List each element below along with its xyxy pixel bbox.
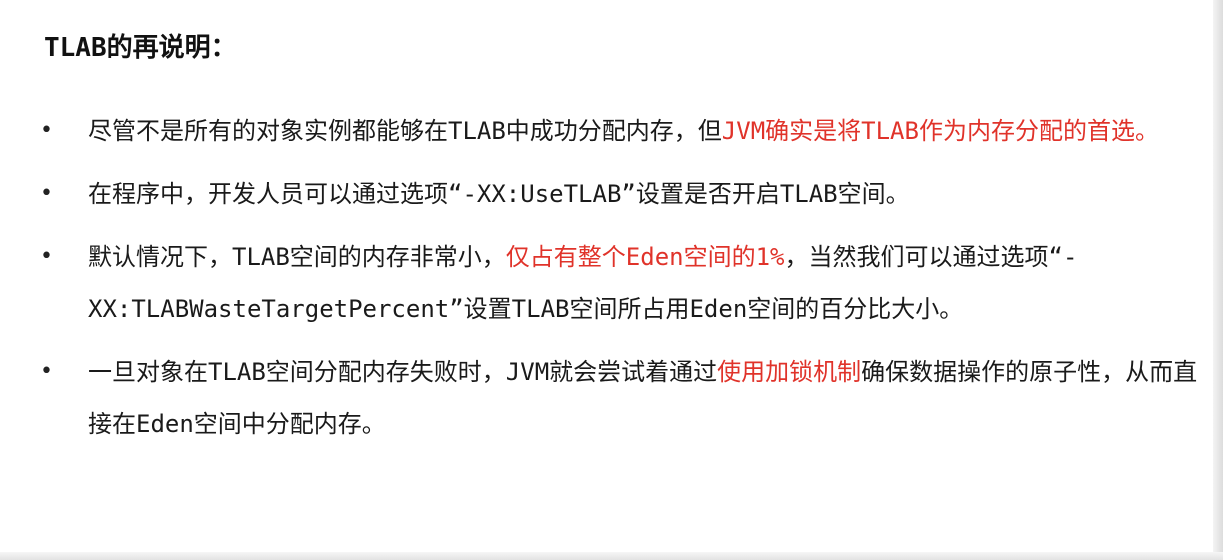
bullet-text: 默认情况下，TLAB空间的内存非常小，	[88, 243, 506, 271]
bullet-item-3: • 默认情况下，TLAB空间的内存非常小，仅占有整个Eden空间的1%，当然我们…	[36, 231, 1201, 335]
bullet-item-2: • 在程序中，开发人员可以通过选项“-XX:UseTLAB”设置是否开启TLAB…	[36, 168, 1201, 220]
page-title: TLAB的再说明：	[44, 33, 237, 63]
bottom-edge-shadow	[0, 552, 1223, 560]
bullet-dot-icon: •	[40, 359, 53, 384]
right-edge-shadow	[1213, 0, 1223, 560]
highlight-text: 仅占有整个Eden空间的1%	[505, 243, 785, 271]
bullet-text: 在程序中，开发人员可以通过选项“-XX:UseTLAB”设置是否开启TLAB空间…	[88, 180, 910, 208]
highlight-text: 使用加锁机制	[717, 358, 862, 386]
bullet-text: 一旦对象在TLAB空间分配内存失败时，JVM就会尝试着通过	[88, 358, 718, 386]
highlight-text: JVM确实是将TLAB作为内存分配的首选。	[721, 117, 1159, 145]
bullet-item-4: • 一旦对象在TLAB空间分配内存失败时，JVM就会尝试着通过使用加锁机制确保数…	[36, 346, 1201, 450]
bullet-text: 尽管不是所有的对象实例都能够在TLAB中成功分配内存，但	[88, 117, 722, 145]
bullet-dot-icon: •	[40, 244, 53, 269]
bullet-list: • 尽管不是所有的对象实例都能够在TLAB中成功分配内存，但JVM确实是将TLA…	[36, 105, 1201, 461]
bullet-item-1: • 尽管不是所有的对象实例都能够在TLAB中成功分配内存，但JVM确实是将TLA…	[36, 105, 1201, 157]
bullet-dot-icon: •	[40, 181, 53, 206]
bullet-dot-icon: •	[40, 118, 53, 143]
